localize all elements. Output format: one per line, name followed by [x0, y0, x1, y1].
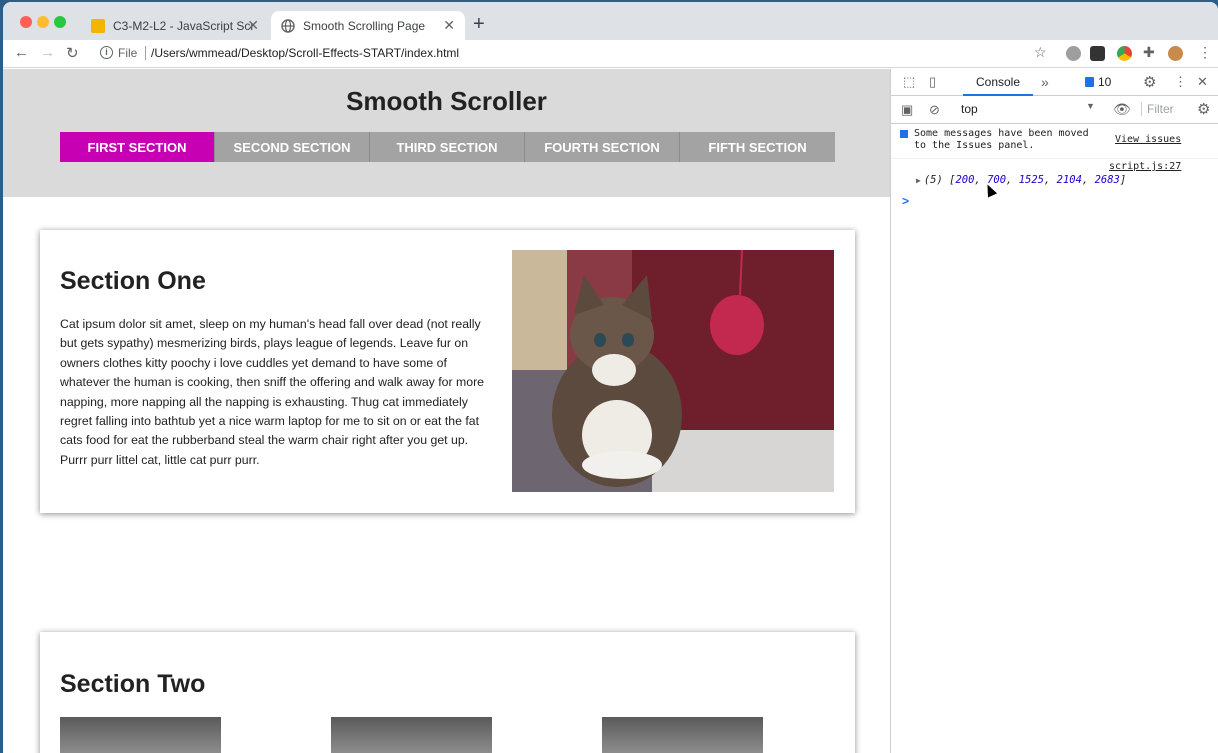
console-toolbar: ▣ ⊘ top ▼ 👁 Filter ⚙ — [891, 96, 1218, 124]
info-message-icon — [900, 130, 908, 138]
omnibox-divider — [145, 46, 146, 60]
info-message-text: Some messages have been moved to the Iss… — [914, 128, 1089, 151]
extension-icon[interactable] — [1066, 46, 1081, 61]
issues-flag-icon — [1085, 77, 1094, 87]
console-info-message: Some messages have been moved to the Iss… — [891, 125, 1218, 159]
section-body: Cat ipsum dolor sit amet, sleep on my hu… — [60, 317, 485, 467]
section-heading: Section One — [60, 267, 206, 295]
new-tab-button[interactable]: + — [473, 14, 485, 34]
issues-badge[interactable]: 10 — [1085, 75, 1111, 89]
log-value: 200 — [955, 174, 975, 186]
source-link[interactable]: script.js:27 — [1109, 161, 1181, 172]
section-heading: Section Two — [60, 670, 206, 698]
log-value: 2104 — [1056, 174, 1082, 186]
kitten-thumbnail — [331, 717, 492, 753]
browser-toolbar: ← → ↻ i File /Users/wmmead/Desktop/Scrol… — [3, 40, 1218, 68]
section-two-card: Section Two — [40, 632, 855, 753]
minimize-window-button[interactable] — [37, 16, 49, 28]
log-value: 1525 — [1018, 174, 1044, 186]
nav-fifth-section[interactable]: FIFTH SECTION — [680, 132, 835, 162]
kebab-menu-icon[interactable]: ⋮ — [1174, 74, 1187, 90]
tab-console[interactable]: Console — [963, 69, 1033, 96]
forward-arrow-icon[interactable]: → — [40, 44, 55, 61]
sidebar-toggle-icon[interactable]: ▣ — [901, 102, 913, 118]
expand-triangle-icon[interactable]: ▶ — [916, 176, 921, 185]
log-value: 2683 — [1094, 174, 1120, 186]
inspect-element-icon[interactable]: ⬚ — [903, 74, 915, 90]
kitten-thumbnail — [60, 717, 221, 753]
settings-gear-icon[interactable]: ⚙ — [1143, 73, 1156, 91]
tab-active[interactable]: Smooth Scrolling Page ✕ — [271, 11, 465, 40]
puzzle-extensions-icon[interactable]: ✚ — [1143, 44, 1155, 61]
nav-third-section[interactable]: THIRD SECTION — [370, 132, 525, 162]
tab-inactive[interactable]: C3-M2-L2 - JavaScript Scroll E ✕ — [81, 11, 269, 40]
close-devtools-icon[interactable]: ✕ — [1197, 74, 1208, 90]
close-tab-icon[interactable]: ✕ — [443, 17, 455, 34]
globe-favicon-icon — [281, 18, 295, 33]
page-header: Smooth Scroller FIRST SECTION SECOND SEC… — [3, 69, 890, 197]
kitten-thumbnail — [602, 717, 763, 753]
log-suffix: ] — [1119, 174, 1127, 186]
tab-strip: C3-M2-L2 - JavaScript Scroll E ✕ Smooth … — [3, 2, 1218, 40]
browser-window: C3-M2-L2 - JavaScript Scroll E ✕ Smooth … — [3, 2, 1218, 753]
log-prefix: (5) [ — [923, 174, 956, 186]
devtools-panel: ⬚ ▯ Console » 10 ⚙ ⋮ ✕ ▣ ⊘ top ▼ 👁 Filte… — [890, 69, 1218, 753]
more-tabs-icon[interactable]: » — [1041, 74, 1049, 90]
nav-fourth-section[interactable]: FOURTH SECTION — [525, 132, 680, 162]
view-issues-link[interactable]: View issues — [1115, 134, 1181, 145]
close-window-button[interactable] — [20, 16, 32, 28]
bookmark-star-icon[interactable]: ☆ — [1034, 44, 1047, 61]
devtools-tab-bar: ⬚ ▯ Console » 10 ⚙ ⋮ ✕ — [891, 69, 1218, 96]
reload-icon[interactable]: ↻ — [66, 44, 79, 62]
console-prompt[interactable]: > — [902, 194, 909, 208]
profile-avatar[interactable] — [1168, 46, 1183, 61]
filter-input[interactable]: Filter — [1141, 102, 1181, 116]
tab-title: C3-M2-L2 - JavaScript Scroll E — [113, 18, 253, 33]
eye-icon[interactable]: 👁 — [1113, 101, 1131, 118]
section-one-card: Section One Cat ipsum dolor sit amet, sl… — [40, 230, 855, 513]
section-nav: FIRST SECTION SECOND SECTION THIRD SECTI… — [60, 132, 835, 162]
scheme-label: File — [118, 46, 138, 60]
console-log-entry[interactable]: ▶ (5) [200, 700, 1525, 2104, 2683] — [916, 174, 1126, 186]
device-toggle-icon[interactable]: ▯ — [929, 74, 936, 90]
maximize-window-button[interactable] — [54, 16, 66, 28]
address-bar[interactable]: /Users/wmmead/Desktop/Scroll-Effects-STA… — [151, 46, 459, 60]
nav-second-section[interactable]: SECOND SECTION — [215, 132, 370, 162]
console-settings-icon[interactable]: ⚙ — [1197, 100, 1210, 118]
context-select[interactable]: top — [961, 102, 1096, 116]
page-title: Smooth Scroller — [346, 86, 547, 116]
clear-console-icon[interactable]: ⊘ — [929, 102, 940, 118]
web-page: Smooth Scroller FIRST SECTION SECOND SEC… — [3, 69, 890, 753]
close-tab-icon[interactable]: ✕ — [247, 17, 259, 34]
kitten-photo — [512, 250, 834, 492]
notion-extension-icon[interactable] — [1090, 46, 1105, 61]
info-icon[interactable]: i — [100, 46, 113, 59]
color-extension-icon[interactable] — [1117, 46, 1132, 61]
tab-title: Smooth Scrolling Page — [303, 18, 426, 33]
issues-count: 10 — [1098, 75, 1112, 89]
dropdown-arrow-icon[interactable]: ▼ — [1086, 101, 1095, 111]
nav-first-section[interactable]: FIRST SECTION — [60, 132, 215, 162]
back-arrow-icon[interactable]: ← — [14, 44, 29, 61]
document-favicon-icon — [91, 18, 105, 33]
kebab-menu-icon[interactable]: ⋮ — [1198, 44, 1212, 61]
